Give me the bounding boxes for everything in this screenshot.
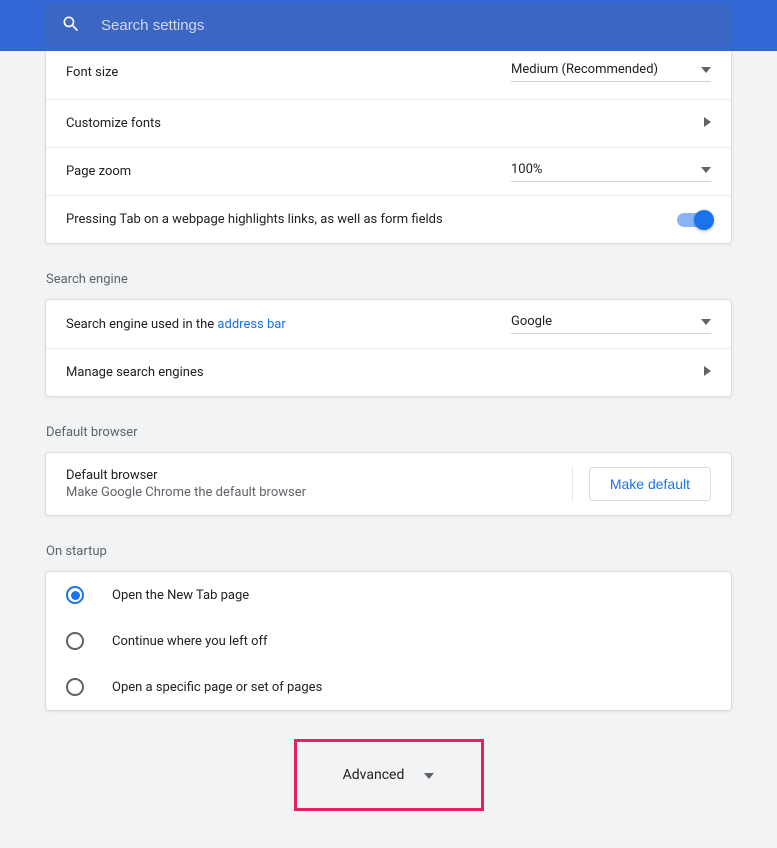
tab-highlight-label: Pressing Tab on a webpage highlights lin… [66, 212, 443, 227]
tab-highlight-toggle[interactable] [677, 213, 711, 227]
on-startup-title: On startup [45, 544, 732, 559]
default-browser-row-subtitle: Make Google Chrome the default browser [66, 485, 306, 500]
search-engine-used-label: Search engine used in the address bar [66, 317, 286, 332]
chevron-down-icon [701, 314, 711, 329]
tab-highlight-row: Pressing Tab on a webpage highlights lin… [46, 195, 731, 243]
customize-fonts-label: Customize fonts [66, 116, 161, 131]
appearance-card: Font size Medium (Recommended) Customize… [45, 51, 732, 244]
startup-option-label: Open the New Tab page [112, 588, 249, 603]
radio-button[interactable] [66, 586, 84, 604]
radio-button[interactable] [66, 678, 84, 696]
default-browser-row: Default browser Make Google Chrome the d… [46, 453, 731, 515]
search-engine-card: Search engine used in the address bar Go… [45, 299, 732, 397]
page-zoom-select[interactable]: 100% [511, 162, 711, 182]
page-zoom-value: 100% [511, 162, 542, 177]
search-bar[interactable] [45, 4, 732, 47]
font-size-value: Medium (Recommended) [511, 62, 658, 77]
search-input[interactable] [101, 17, 716, 34]
customize-fonts-row[interactable]: Customize fonts [46, 99, 731, 147]
search-engine-title: Search engine [45, 272, 732, 287]
chevron-right-icon [704, 365, 711, 380]
make-default-button[interactable]: Make default [589, 467, 711, 501]
page-zoom-row: Page zoom 100% [46, 147, 731, 195]
manage-search-engines-row[interactable]: Manage search engines [46, 348, 731, 396]
search-engine-select[interactable]: Google [511, 314, 711, 334]
default-browser-card: Default browser Make Google Chrome the d… [45, 452, 732, 516]
toggle-knob [694, 210, 714, 230]
radio-button[interactable] [66, 632, 84, 650]
default-browser-title: Default browser [45, 425, 732, 440]
search-icon [61, 14, 81, 38]
chevron-down-icon [701, 162, 711, 177]
advanced-label: Advanced [343, 767, 405, 783]
default-browser-text: Default browser Make Google Chrome the d… [66, 468, 306, 500]
default-browser-row-title: Default browser [66, 468, 306, 483]
settings-header [0, 0, 777, 51]
font-size-label: Font size [66, 65, 118, 80]
font-size-row: Font size Medium (Recommended) [46, 51, 731, 99]
manage-search-engines-label: Manage search engines [66, 365, 204, 380]
settings-content: Font size Medium (Recommended) Customize… [0, 51, 777, 811]
divider [572, 467, 573, 501]
chevron-down-icon [701, 62, 711, 77]
startup-option-label: Open a specific page or set of pages [112, 680, 322, 695]
startup-option-label: Continue where you left off [112, 634, 268, 649]
advanced-toggle[interactable]: Advanced [294, 739, 484, 811]
chevron-right-icon [704, 116, 711, 131]
search-engine-value: Google [511, 314, 552, 329]
page-zoom-label: Page zoom [66, 164, 131, 179]
search-engine-used-row: Search engine used in the address bar Go… [46, 300, 731, 348]
font-size-select[interactable]: Medium (Recommended) [511, 62, 711, 82]
startup-option-new-tab[interactable]: Open the New Tab page [46, 572, 731, 618]
search-engine-used-prefix: Search engine used in the [66, 317, 217, 332]
on-startup-card: Open the New Tab page Continue where you… [45, 571, 732, 711]
startup-option-specific-pages[interactable]: Open a specific page or set of pages [46, 664, 731, 710]
chevron-down-icon [424, 768, 434, 783]
startup-option-continue[interactable]: Continue where you left off [46, 618, 731, 664]
address-bar-link[interactable]: address bar [217, 317, 285, 332]
